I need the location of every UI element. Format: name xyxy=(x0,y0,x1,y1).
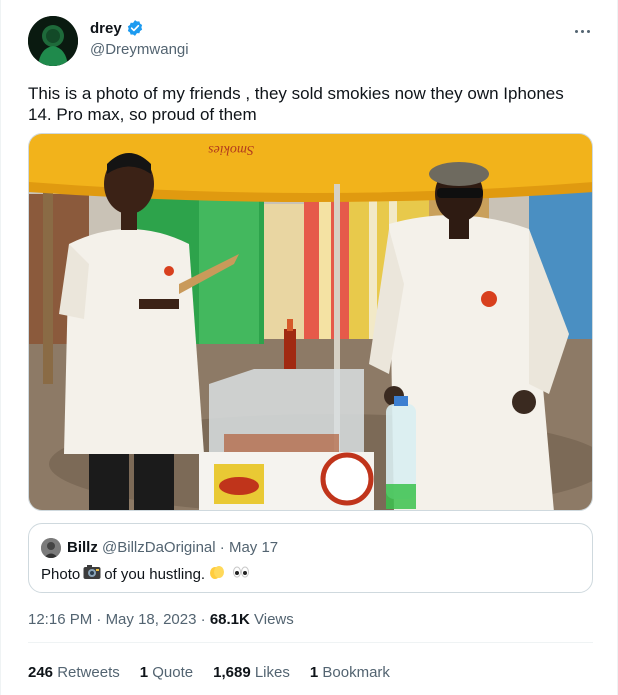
tweet-text: This is a photo of my friends , they sol… xyxy=(28,84,564,124)
water-bottle xyxy=(386,396,416,509)
quote-author-name[interactable]: Billz xyxy=(67,539,98,556)
tweet-time[interactable]: 12:16 PM xyxy=(28,611,92,628)
verified-badge-icon xyxy=(127,20,142,36)
retweets-stat[interactable]: 246 Retweets xyxy=(28,664,120,681)
quote-text-after: of you hustling. xyxy=(104,565,206,583)
views-count: 68.1K xyxy=(209,611,250,628)
engagement-stats: 246 Retweets 1 Quote 1,689 Likes 1 Bookm… xyxy=(28,664,390,681)
tweet-date[interactable]: May 18, 2023 xyxy=(106,611,197,628)
quote-author-handle[interactable]: @BillzDaOriginal xyxy=(102,539,216,556)
author-display-name[interactable]: drey xyxy=(90,20,122,37)
quote-separator: · xyxy=(219,539,225,556)
quotes-stat[interactable]: 1 Quote xyxy=(140,664,193,681)
quote-text: Photo of you hustling. xyxy=(41,564,253,584)
tweet-meta: 12:16 PM · May 18, 2023 · 68.1K Views xyxy=(28,611,294,628)
meta-separator: · xyxy=(96,611,106,628)
eyes-emoji-icon xyxy=(232,565,250,583)
author-handle[interactable]: @Dreymwangi xyxy=(90,41,189,58)
divider xyxy=(28,642,593,643)
quote-text-before: Photo xyxy=(41,565,81,583)
clapping-hands-emoji-icon xyxy=(208,564,226,584)
author-avatar[interactable] xyxy=(28,16,78,66)
quoted-tweet[interactable]: Billz @BillzDaOriginal · May 17 Photo of… xyxy=(28,523,593,593)
views-label: Views xyxy=(254,611,294,628)
tweet-card: drey @Dreymwangi This is a photo of my f… xyxy=(0,0,618,695)
quote-author-avatar[interactable] xyxy=(41,538,61,558)
more-options-icon[interactable] xyxy=(571,20,593,42)
meta-separator: · xyxy=(200,611,210,628)
quote-date[interactable]: May 17 xyxy=(229,539,278,556)
bookmarks-stat[interactable]: 1 Bookmark xyxy=(310,664,390,681)
umbrella-text: Smokies xyxy=(208,142,254,157)
tweet-photo[interactable]: Smokies xyxy=(28,133,593,511)
likes-stat[interactable]: 1,689 Likes xyxy=(213,664,290,681)
camera-emoji-icon xyxy=(83,564,101,584)
